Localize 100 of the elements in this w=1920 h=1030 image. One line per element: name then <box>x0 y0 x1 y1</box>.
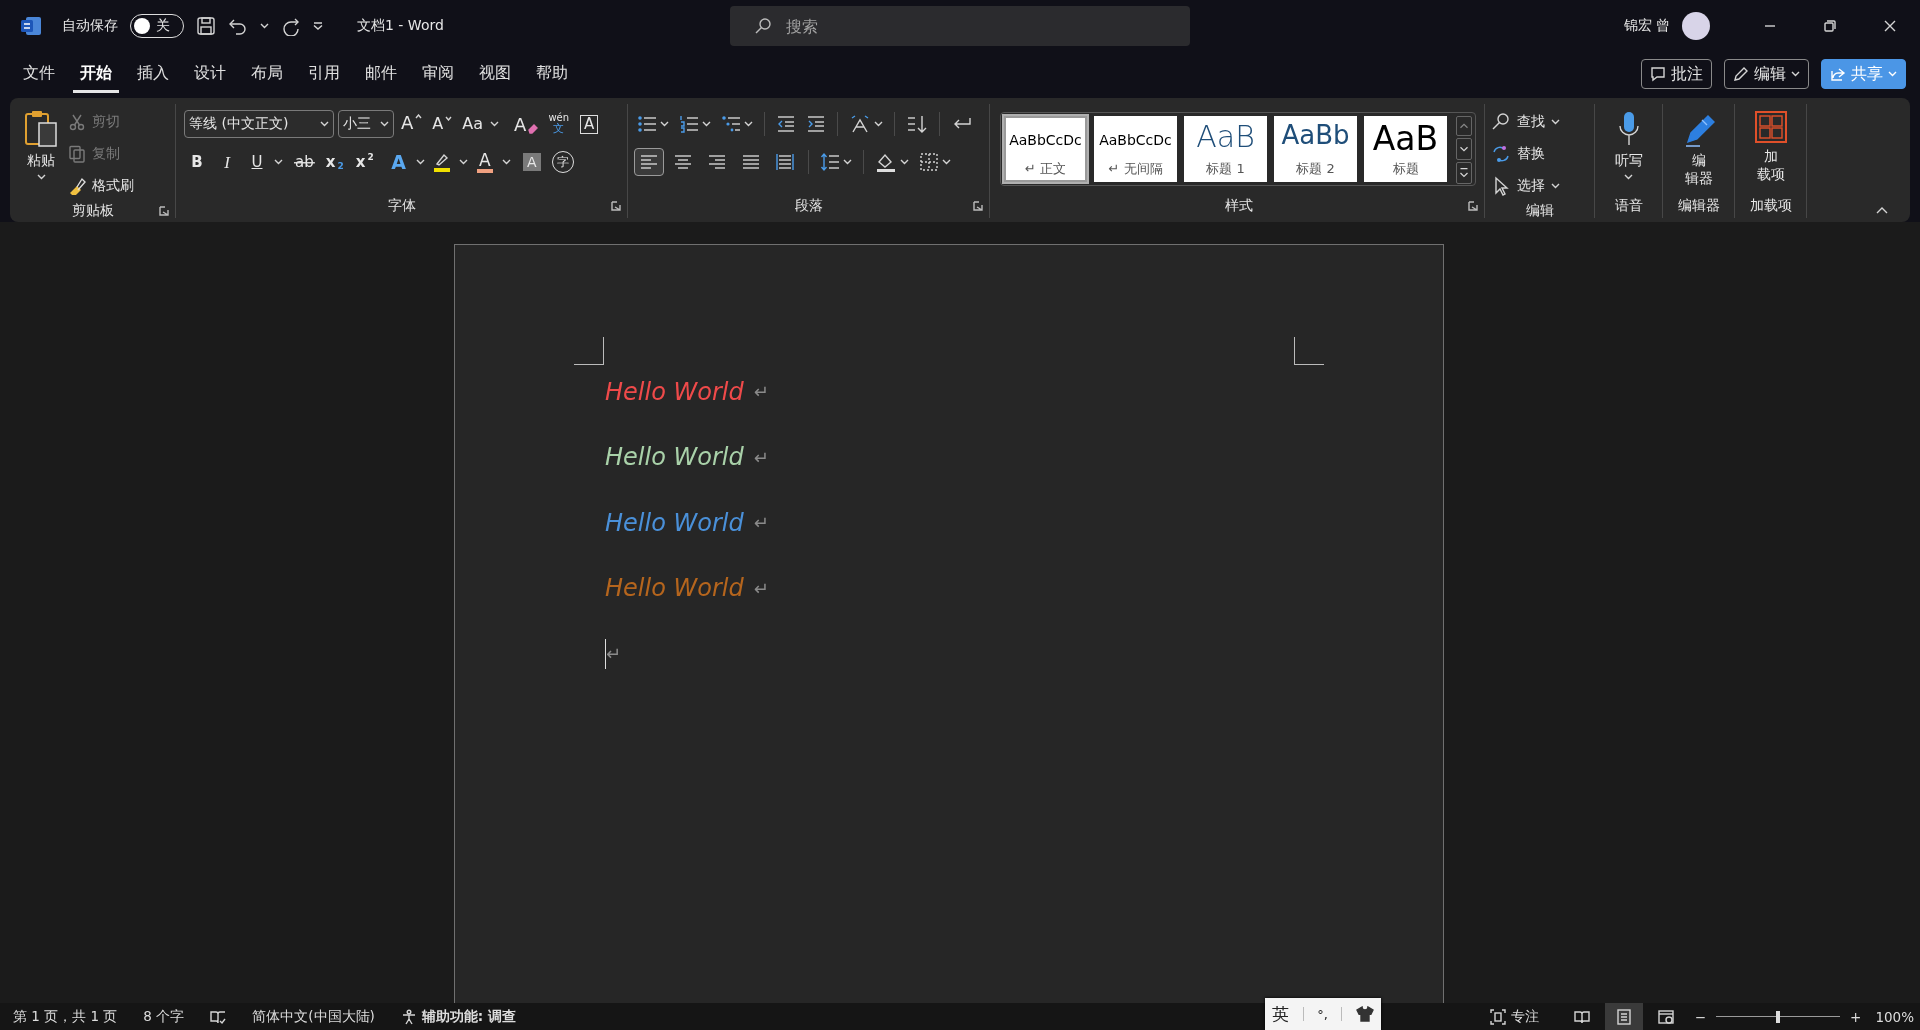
comments-button[interactable]: 批注 <box>1641 59 1712 89</box>
collapse-ribbon-icon[interactable] <box>1876 206 1888 214</box>
caret-icon[interactable] <box>702 121 711 127</box>
caret-icon[interactable] <box>380 121 389 127</box>
ribbon-tab[interactable]: 邮件 <box>358 55 404 93</box>
ribbon-tab[interactable]: 布局 <box>244 55 290 93</box>
scroll-up-icon[interactable] <box>1456 116 1472 136</box>
change-case-button[interactable]: Aa <box>459 110 487 138</box>
caret-icon[interactable] <box>320 121 329 127</box>
borders-icon[interactable] <box>919 152 939 172</box>
style-option[interactable]: AaB 标题 <box>1364 116 1447 182</box>
word-count[interactable]: 8 个字 <box>143 1007 185 1026</box>
underline-button[interactable]: U <box>244 148 270 176</box>
caret-icon[interactable] <box>843 159 852 165</box>
grow-font-button[interactable]: A <box>398 110 426 138</box>
language-status[interactable]: 简体中文(中国大陆) <box>252 1007 375 1026</box>
caret-icon[interactable] <box>260 23 269 29</box>
ribbon-tab[interactable]: 设计 <box>187 55 233 93</box>
ime-punctuation[interactable]: °, <box>1317 1006 1328 1022</box>
shirt-icon[interactable] <box>1356 1006 1375 1022</box>
avatar-icon[interactable] <box>1682 12 1710 40</box>
scroll-down-icon[interactable] <box>1456 138 1472 160</box>
ime-mode[interactable]: 英 <box>1271 1002 1289 1026</box>
dialog-launcher-icon[interactable] <box>611 201 621 211</box>
ribbon-tab[interactable]: 插入 <box>130 55 176 93</box>
bold-button[interactable]: B <box>184 148 210 176</box>
caret-icon[interactable] <box>458 159 468 165</box>
caret-icon[interactable] <box>942 159 951 165</box>
add-ins-button[interactable]: 加 载项 <box>1753 104 1788 194</box>
text-direction-icon[interactable] <box>849 114 871 134</box>
ribbon-tab[interactable]: 视图 <box>472 55 518 93</box>
ribbon-tab[interactable]: 文件 <box>16 55 62 93</box>
multilevel-list-icon[interactable] <box>721 114 741 134</box>
save-icon[interactable] <box>196 16 216 36</box>
caret-icon[interactable] <box>415 159 425 165</box>
decrease-indent-icon[interactable] <box>776 114 796 134</box>
ribbon-tab[interactable]: 帮助 <box>529 55 575 93</box>
caret-icon[interactable] <box>874 121 883 127</box>
accessibility-status[interactable]: 辅助功能: 调查 <box>421 1007 516 1026</box>
caret-icon[interactable] <box>900 159 909 165</box>
replace-button[interactable]: 替换 <box>1491 138 1560 170</box>
ribbon-tab[interactable]: 开始 <box>73 55 119 93</box>
phonetic-guide-button[interactable]: wén 文 <box>545 110 573 138</box>
format-painter-button[interactable]: 格式刷 <box>68 170 134 202</box>
ribbon-tab[interactable]: 引用 <box>301 55 347 93</box>
align-left-button[interactable] <box>634 148 664 176</box>
comment-icon <box>1650 66 1666 82</box>
proofing-icon[interactable] <box>210 1008 227 1025</box>
clear-formatting-button[interactable]: A <box>511 110 542 138</box>
style-option[interactable]: AaBbCcDc ↵ 正文 <box>1004 116 1087 182</box>
dictate-button[interactable]: 听写 <box>1614 104 1643 194</box>
font-size-field[interactable]: 小三 <box>338 110 394 138</box>
font-name-field[interactable]: 等线 (中文正文) <box>184 110 334 138</box>
app-logo-icon[interactable] <box>20 15 42 37</box>
caret-icon[interactable] <box>744 121 753 127</box>
focus-icon <box>1489 1008 1506 1025</box>
caret-icon[interactable] <box>274 159 283 165</box>
font-color-button[interactable]: A <box>471 148 498 176</box>
paint-bucket-icon[interactable] <box>875 152 897 172</box>
group-label: 段落 <box>794 197 823 215</box>
focus-button[interactable]: 专注 <box>1489 1007 1539 1026</box>
style-option[interactable]: AaBb 标题 2 <box>1274 116 1357 182</box>
style-option[interactable]: AaB 标题 1 <box>1184 116 1267 182</box>
bullet-list-icon[interactable] <box>637 114 657 134</box>
paste-button[interactable]: 粘贴 <box>24 104 58 202</box>
editing-button[interactable]: 编辑 <box>1724 59 1809 89</box>
editor-button[interactable]: 编 辑器 <box>1681 104 1716 194</box>
more-styles-icon[interactable] <box>1456 162 1472 184</box>
sort-icon[interactable] <box>906 114 928 134</box>
increase-indent-icon[interactable] <box>806 114 826 134</box>
accessibility-icon[interactable] <box>400 1008 417 1025</box>
caret-icon[interactable] <box>1551 183 1560 189</box>
customize-icon[interactable] <box>313 22 323 30</box>
line-spacing-icon[interactable] <box>820 152 840 172</box>
caret-icon[interactable] <box>501 159 511 165</box>
caret-icon[interactable] <box>660 121 669 127</box>
zoom-level[interactable]: 100% <box>1875 1008 1914 1025</box>
zoom-slider-thumb[interactable] <box>1776 1010 1781 1023</box>
caret-icon[interactable] <box>490 121 500 127</box>
caret-icon[interactable] <box>1551 119 1560 125</box>
dialog-launcher-icon[interactable] <box>159 206 169 216</box>
dialog-launcher-icon[interactable] <box>973 201 983 211</box>
select-button[interactable]: 选择 <box>1491 170 1560 202</box>
italic-button[interactable]: I <box>214 148 240 176</box>
text-effects-button[interactable]: A <box>385 148 412 176</box>
search-field[interactable]: 搜索 <box>730 6 1190 46</box>
zoom-in-button[interactable]: + <box>1850 1008 1862 1025</box>
numbered-list-icon[interactable] <box>679 114 699 134</box>
print-view-button[interactable] <box>1604 1003 1643 1030</box>
paragraph-mark: ↵ <box>606 643 622 665</box>
ribbon-tab[interactable]: 审阅 <box>415 55 461 93</box>
style-option[interactable]: AaBbCcDc ↵ 无间隔 <box>1094 116 1177 182</box>
redo-icon[interactable] <box>281 16 301 36</box>
find-button[interactable]: 查找 <box>1491 106 1560 138</box>
page-count[interactable]: 第 1 页，共 1 页 <box>13 1007 118 1026</box>
user-name[interactable]: 锦宏 曾 <box>1623 17 1670 35</box>
dialog-launcher-icon[interactable] <box>1468 201 1478 211</box>
paragraph-mark: ↵ <box>753 381 769 403</box>
shrink-font-button[interactable]: A <box>429 110 456 138</box>
zoom-out-button[interactable]: − <box>1694 1008 1707 1025</box>
